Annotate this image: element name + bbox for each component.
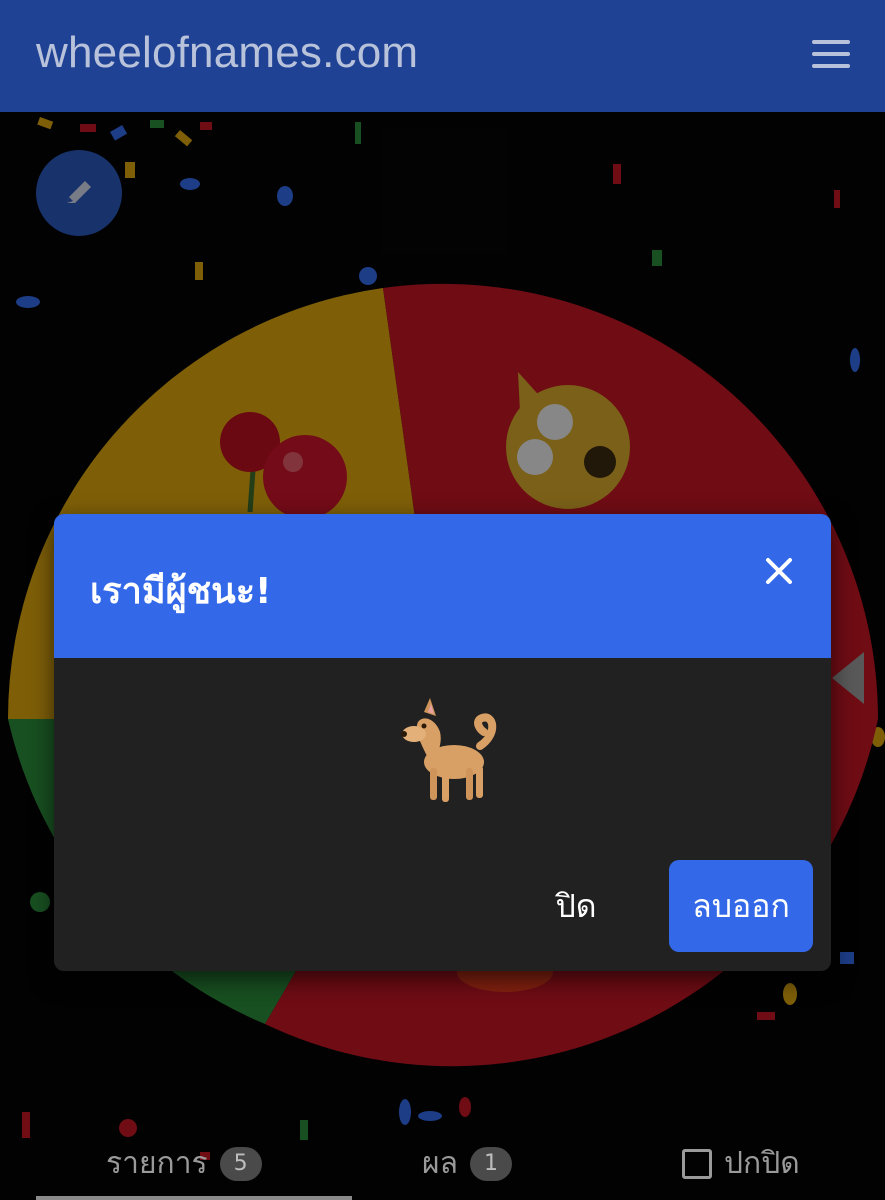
dialog-header: เรามีผู้ชนะ!: [54, 514, 831, 658]
close-icon[interactable]: [762, 554, 796, 588]
active-tab-indicator: [36, 1196, 352, 1200]
dialog-title: เรามีผู้ชนะ!: [90, 571, 272, 612]
results-count-badge: 1: [469, 1146, 512, 1181]
hamburger-menu-icon[interactable]: [812, 40, 850, 72]
hide-toggle[interactable]: ปกปิด: [682, 1140, 800, 1187]
tab-entries[interactable]: รายการ 5: [106, 1140, 262, 1187]
dialog-close-button[interactable]: ปิด: [526, 860, 626, 952]
dog-emoji: [401, 698, 497, 802]
tab-results[interactable]: ผล 1: [422, 1140, 512, 1187]
remove-winner-button[interactable]: ลบออก: [669, 860, 813, 952]
tab-entries-label: รายการ: [106, 1146, 208, 1181]
entries-count-badge: 5: [219, 1146, 262, 1181]
site-brand[interactable]: wheelofnames.com: [36, 28, 418, 78]
winner-dialog: เรามีผู้ชนะ! ปิด ลบออก: [54, 514, 831, 971]
top-app-bar: wheelofnames.com: [0, 0, 885, 112]
bottom-tabs: รายการ 5 ผล 1 ปกปิด: [0, 1120, 885, 1200]
hide-checkbox[interactable]: [682, 1148, 712, 1179]
tab-results-label: ผล: [422, 1146, 458, 1181]
hide-label: ปกปิด: [724, 1146, 800, 1181]
